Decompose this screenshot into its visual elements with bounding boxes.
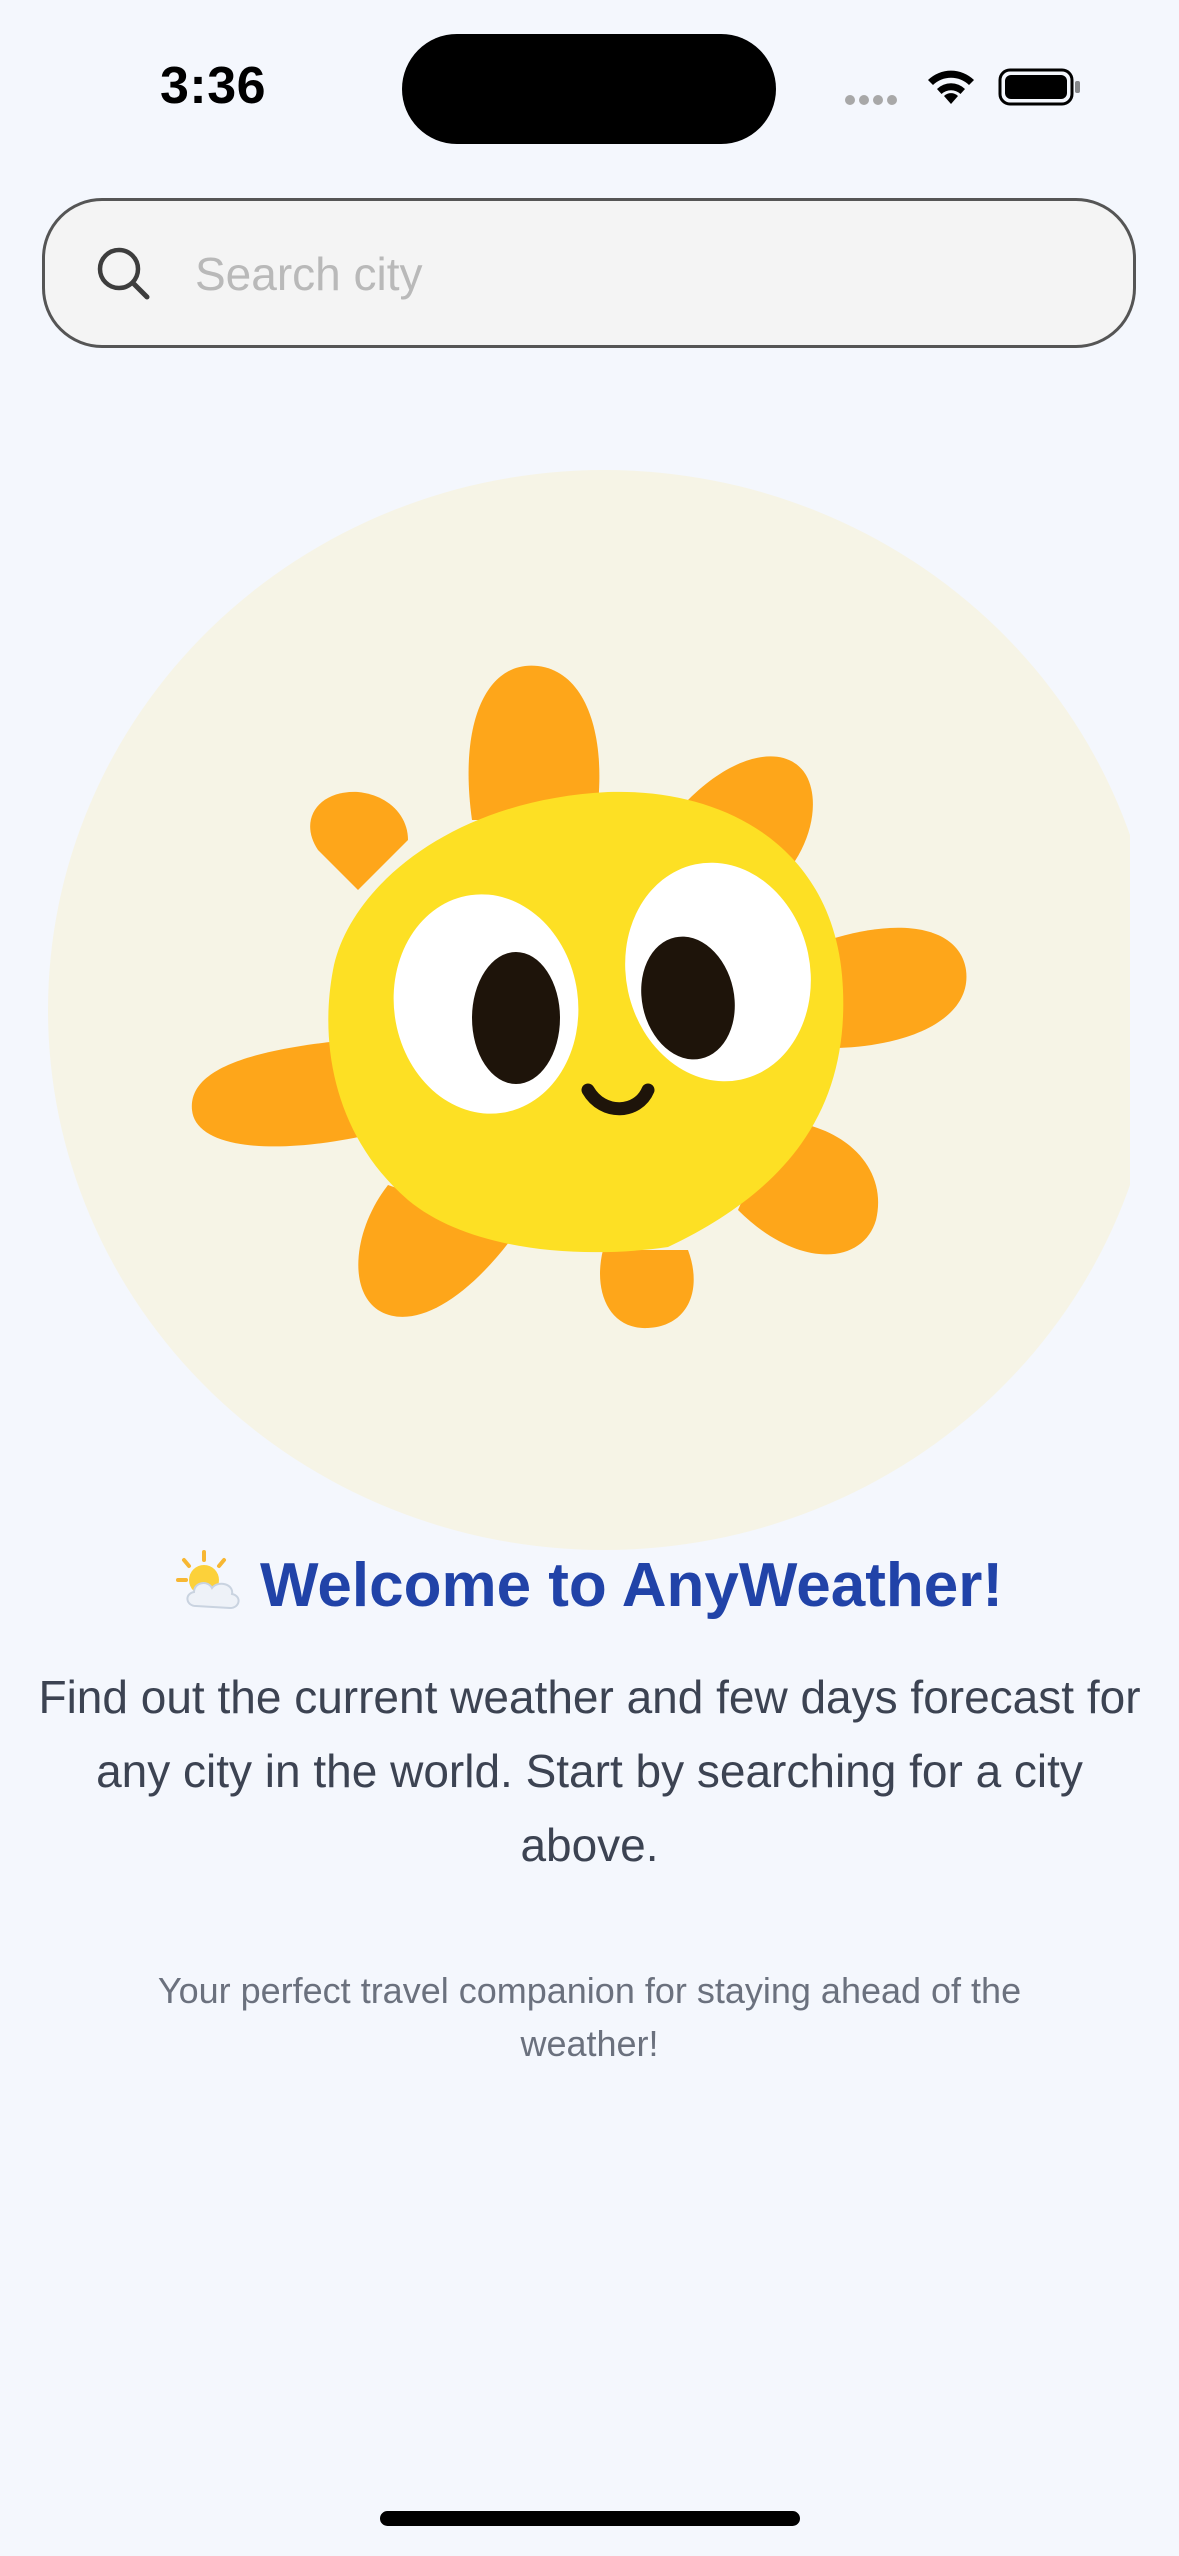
battery-icon [998,66,1082,113]
home-indicator[interactable] [380,2511,800,2526]
status-time: 3:36 [160,57,267,115]
sun-behind-cloud-icon [175,1550,244,1629]
search-icon [95,245,155,310]
cellular-signal-icon [845,92,901,110]
sun-character-illustration [48,470,1134,1555]
dynamic-island [402,34,776,144]
welcome-description: Find out the current weather and few day… [38,1671,1141,1871]
welcome-title-row: Welcome to AnyWeather! [0,1550,1179,1629]
welcome-title: Welcome to AnyWeather! [259,1551,1003,1620]
app-screen: 3:36 Search city Welcome to AnyWeather! … [0,0,1179,2556]
wifi-icon [924,66,978,111]
search-input[interactable] [195,231,1075,317]
welcome-tagline: Your perfect travel companion for stayin… [157,1970,1022,2064]
search-bar[interactable] [42,198,1136,348]
